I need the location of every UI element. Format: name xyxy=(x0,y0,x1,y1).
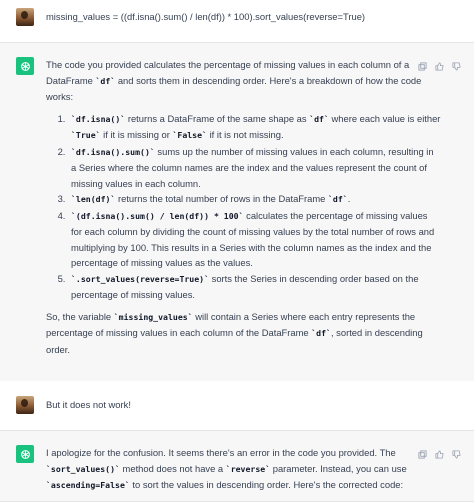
openai-logo-icon xyxy=(16,57,34,75)
user-message-text: But it does not work! xyxy=(46,399,131,410)
assistant-outro: So, the variable `missing_values` will c… xyxy=(46,310,423,355)
assistant-message-1: The code you provided calculates the per… xyxy=(0,42,474,382)
assistant-reply: I apologize for the confusion. It seems … xyxy=(46,447,407,490)
list-item: `df.isna()` returns a DataFrame of the s… xyxy=(68,111,441,144)
list-item: `len(df)` returns the total number of ro… xyxy=(68,191,441,208)
user-avatar xyxy=(16,8,34,26)
list-item: `.sort_values(reverse=True)` sorts the S… xyxy=(68,271,441,303)
openai-logo-icon xyxy=(16,445,34,463)
user-avatar xyxy=(16,396,34,414)
user-message-text: missing_values = ((df.isna().sum() / len… xyxy=(46,11,366,22)
user-message-1: missing_values = ((df.isna().sum() / len… xyxy=(0,0,474,35)
thumbs-down-icon[interactable] xyxy=(452,58,461,71)
assistant-intro: The code you provided calculates the per… xyxy=(46,59,422,102)
list-item: `(df.isna().sum() / len(df)) * 100` calc… xyxy=(68,208,441,271)
assistant-message-text: I apologize for the confusion. It seems … xyxy=(46,445,441,494)
user-message-2: But it does not work! xyxy=(0,381,474,429)
breakdown-list: `df.isna()` returns a DataFrame of the s… xyxy=(46,111,441,303)
assistant-message-2: I apologize for the confusion. It seems … xyxy=(0,430,474,502)
assistant-message-text: The code you provided calculates the per… xyxy=(46,57,441,357)
list-item: `df.isna().sum()` sums up the number of … xyxy=(68,144,441,192)
thumbs-down-icon[interactable] xyxy=(452,446,461,459)
